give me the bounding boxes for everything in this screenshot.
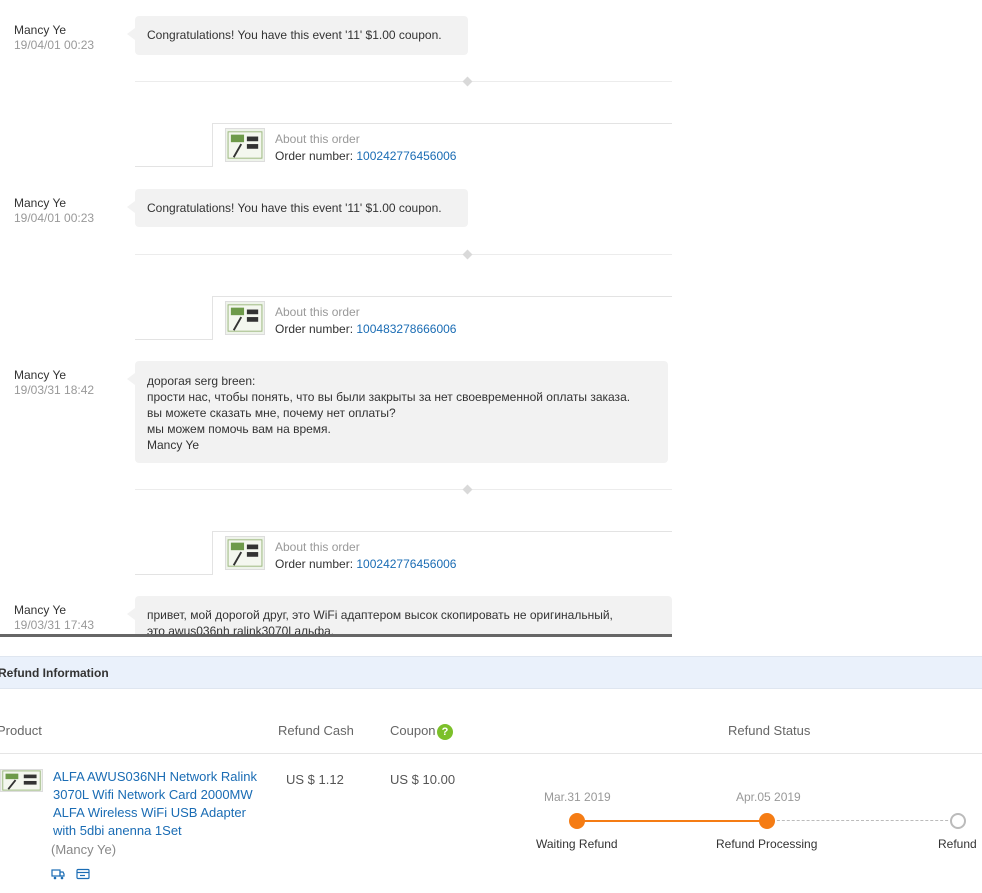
order-card: About this order Order number: 100242776… (135, 123, 672, 167)
message-line: Congratulations! You have this event '11… (147, 28, 442, 42)
order-number-row: Order number: 100242776456006 (275, 557, 456, 571)
product-seller: (Mancy Ye) (51, 842, 117, 857)
order-card: About this order Order number: 100242776… (135, 531, 672, 575)
refund-cash-value: US $ 1.12 (286, 772, 344, 787)
order-number-row: Order number: 100242776456006 (275, 149, 456, 163)
sender-name: Mancy Ye (14, 23, 67, 37)
step-pending-dot (950, 813, 966, 829)
order-number-link[interactable]: 100242776456006 (356, 557, 456, 571)
column-header-refund-cash: Refund Cash (278, 723, 354, 738)
column-header-coupon: Coupon (390, 723, 436, 738)
product-title-link[interactable]: ALFA AWUS036NH Network Ralink 3070L Wifi… (53, 768, 268, 840)
coupon-help-icon[interactable]: ? (437, 724, 453, 740)
message-line: вы можете сказать мне, почему нет оплаты… (147, 406, 396, 420)
step-complete-dot (759, 813, 775, 829)
message-sender-block: Mancy Ye 19/04/01 00:23 (14, 23, 94, 53)
card-icon[interactable] (76, 868, 90, 880)
step-label: Refund Processing (716, 837, 818, 851)
divider-diamond-icon (462, 484, 473, 495)
message-line: дорогая serg breen: (147, 374, 256, 388)
message-divider (135, 81, 672, 82)
message-line: Congratulations! You have this event '11… (147, 201, 442, 215)
column-header-product: Product (0, 723, 42, 738)
message-bubble: привет, мой дорогой друг, это WiFi адапт… (127, 596, 672, 634)
progress-track-done (577, 820, 767, 822)
refund-section-header: Refund Information (0, 656, 982, 689)
message-thread[interactable]: Mancy Ye 19/04/01 00:23 Congratulations!… (0, 0, 672, 634)
order-number-label: Order number: (275, 322, 354, 336)
sender-name: Mancy Ye (14, 603, 67, 617)
product-thumbnail[interactable] (225, 128, 265, 162)
order-card: About this order Order number: 100483278… (135, 296, 672, 340)
message-time: 19/03/31 17:43 (14, 618, 95, 632)
table-divider (0, 753, 982, 754)
product-image[interactable] (0, 769, 43, 792)
message-bubble: дорогая serg breen: прости нас, чтобы по… (127, 361, 668, 463)
step-label: Waiting Refund (536, 837, 618, 851)
divider-diamond-icon (462, 76, 473, 87)
order-about-label: About this order (275, 540, 360, 554)
sender-name: Mancy Ye (14, 368, 67, 382)
step-date: Apr.05 2019 (736, 790, 801, 804)
message-sender-block: Mancy Ye 19/03/31 17:43 (14, 603, 94, 633)
message-divider (135, 489, 672, 490)
message-sender-block: Mancy Ye 19/03/31 18:42 (14, 368, 94, 398)
message-time: 19/04/01 00:23 (14, 211, 95, 225)
product-thumbnail[interactable] (225, 301, 265, 335)
message-line: Mancy Ye (147, 438, 200, 452)
sender-name: Mancy Ye (14, 196, 67, 210)
message-line: привет, мой дорогой друг, это WiFi адапт… (147, 608, 613, 622)
refund-section-title: Refund Information (0, 666, 109, 680)
message-line: прости нас, чтобы понять, что вы были за… (147, 390, 631, 404)
step-complete-dot (569, 813, 585, 829)
message-time: 19/04/01 00:23 (14, 38, 95, 52)
message-bubble: Congratulations! You have this event '11… (127, 16, 468, 55)
message-sender-block: Mancy Ye 19/04/01 00:23 (14, 196, 94, 226)
step-date: Mar.31 2019 (544, 790, 611, 804)
order-number-link[interactable]: 100483278666006 (356, 322, 456, 336)
order-about-label: About this order (275, 305, 360, 319)
progress-track-pending (767, 820, 958, 821)
order-number-link[interactable]: 100242776456006 (356, 149, 456, 163)
message-time: 19/03/31 18:42 (14, 383, 95, 397)
order-number-row: Order number: 100483278666006 (275, 322, 456, 336)
product-thumbnail[interactable] (225, 536, 265, 570)
truck-icon[interactable] (51, 868, 65, 880)
column-header-refund-status: Refund Status (728, 723, 811, 738)
message-line: мы можем помочь вам на время. (147, 422, 331, 436)
message-divider (135, 254, 672, 255)
order-number-label: Order number: (275, 149, 354, 163)
order-number-label: Order number: (275, 557, 354, 571)
message-bubble: Congratulations! You have this event '11… (127, 189, 468, 227)
divider-diamond-icon (462, 249, 473, 260)
coupon-value: US $ 10.00 (390, 772, 456, 787)
message-line: это awus036nh ralink3070l альфа. (147, 624, 335, 634)
step-label: Refund (938, 837, 977, 851)
chat-scroll-edge (0, 634, 672, 637)
order-about-label: About this order (275, 132, 360, 146)
